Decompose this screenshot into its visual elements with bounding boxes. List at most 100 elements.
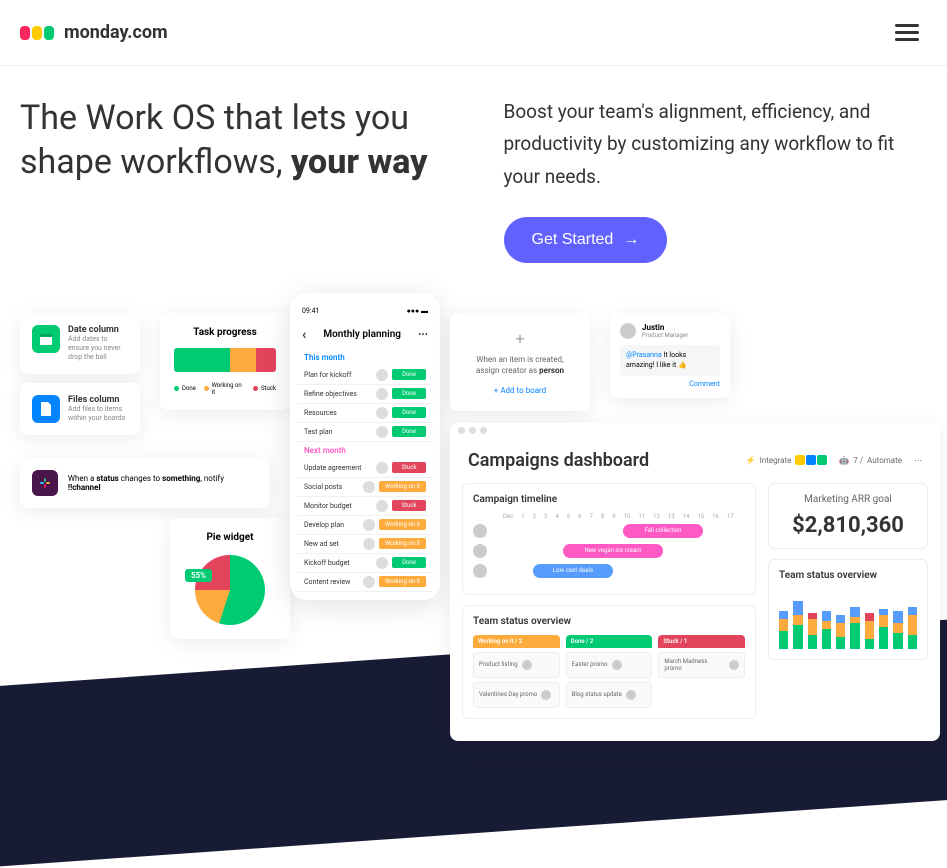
- status2-title: Team status overview: [779, 570, 917, 581]
- status-chart-panel: Team status overview: [768, 559, 928, 660]
- automation-card: + When an item is created, assign creato…: [450, 313, 590, 411]
- phone-task-row[interactable]: Test planDone: [298, 423, 432, 442]
- phone-task-row[interactable]: New ad setWorking on it: [298, 535, 432, 554]
- legend-item: Working on it: [204, 382, 245, 396]
- status-item[interactable]: Blog status update: [566, 682, 653, 708]
- phone-task-row[interactable]: Refine objectivesDone: [298, 385, 432, 404]
- more-icon[interactable]: ⋯: [418, 329, 428, 340]
- add-to-board-link[interactable]: + Add to board: [466, 386, 574, 395]
- get-started-button[interactable]: Get Started →: [504, 217, 668, 263]
- avatar: [612, 660, 622, 670]
- mobile-preview-card: 09:41 ●●● ▬ ‹ Monthly planning ⋯ This mo…: [290, 293, 440, 600]
- avatar: [363, 519, 375, 531]
- phone-status-icons: ●●● ▬: [407, 307, 428, 315]
- avatar: [473, 564, 487, 578]
- hero-description: Boost your team's alignment, efficiency,…: [504, 96, 928, 193]
- status1-title: Team status overview: [473, 616, 745, 627]
- progress-bar: [174, 348, 276, 372]
- timeline-panel: Campaign timeline Dec1234567891011121314…: [462, 483, 756, 595]
- avatar: [376, 557, 388, 569]
- phone-time: 09:41: [302, 307, 319, 315]
- status-item[interactable]: Easter promo: [566, 652, 653, 678]
- avatar: [376, 462, 388, 474]
- plus-icon[interactable]: +: [466, 329, 574, 348]
- status-column: Done / 2Easter promoBlog status update: [566, 635, 653, 708]
- phone-task-row[interactable]: Monitor budgetStuck: [298, 497, 432, 516]
- menu-icon[interactable]: [887, 16, 927, 49]
- files-column-card: Files column Add files to items within y…: [20, 383, 140, 435]
- site-header: monday.com: [0, 0, 947, 66]
- avatar: [376, 369, 388, 381]
- status-item[interactable]: March Madness promo: [658, 652, 745, 678]
- phone-section-1: This month: [298, 349, 432, 366]
- avatar: [376, 426, 388, 438]
- avatar: [473, 524, 487, 538]
- arr-value: $2,810,360: [779, 513, 917, 538]
- bar-stack: [865, 613, 874, 649]
- avatar: [541, 690, 551, 700]
- date-card-title: Date column: [68, 325, 128, 335]
- avatar: [376, 407, 388, 419]
- status-column: Working on it / 2Product listingValentin…: [473, 635, 560, 708]
- pie-title: Pie widget: [184, 532, 276, 543]
- bar-stack: [879, 609, 888, 649]
- phone-task-row[interactable]: Social postsWorking on it: [298, 478, 432, 497]
- avatar: [620, 323, 636, 339]
- slack-text: When a status changes to something, noti…: [68, 474, 258, 492]
- phone-task-row[interactable]: Content reviewWorking on it: [298, 573, 432, 592]
- avatar: [522, 660, 532, 670]
- date-card-sub: Add dates to ensure you never drop the b…: [68, 335, 128, 362]
- files-card-sub: Add files to items within your boards: [68, 405, 128, 423]
- phone-task-row[interactable]: Kickoff budgetDone: [298, 554, 432, 573]
- avatar: [626, 690, 636, 700]
- more-icon[interactable]: ⋯: [914, 456, 922, 465]
- comment-body: @Prasanna It looks amazing! I like it 👍: [620, 345, 720, 377]
- bar-stack: [779, 611, 788, 649]
- status-column: Stuck / 1March Madness promo: [658, 635, 745, 708]
- progress-title: Task progress: [174, 327, 276, 338]
- legend-item: Stuck: [253, 382, 276, 396]
- avatar: [363, 576, 375, 588]
- showcase: Date column Add dates to ensure you neve…: [0, 293, 947, 743]
- logo-icon: [20, 26, 54, 40]
- window-controls-icon: [458, 427, 932, 434]
- comment-user-name: Justin: [642, 323, 688, 332]
- bar-stack: [893, 611, 902, 649]
- timeline-row: Low cost deals: [473, 564, 745, 578]
- status-item[interactable]: Product listing: [473, 652, 560, 678]
- phone-section-2: Next month: [298, 442, 432, 459]
- hero-title-bold: your way: [291, 142, 428, 182]
- integrate-link[interactable]: ⚡ Integrate: [746, 455, 828, 465]
- phone-task-row[interactable]: ResourcesDone: [298, 404, 432, 423]
- plug-icon: ⚡: [746, 456, 756, 465]
- back-icon[interactable]: ‹: [302, 327, 306, 343]
- arrow-right-icon: →: [623, 231, 639, 249]
- phone-title: Monthly planning: [312, 329, 412, 340]
- file-icon: [32, 395, 60, 423]
- automation-text: When an item is created, assign creator …: [466, 354, 574, 376]
- bar-stack: [793, 601, 802, 649]
- avatar: [376, 388, 388, 400]
- avatar: [729, 660, 739, 670]
- bar-stack: [908, 607, 917, 649]
- files-card-title: Files column: [68, 395, 128, 405]
- phone-task-row[interactable]: Update agreementStuck: [298, 459, 432, 478]
- status-item[interactable]: Valentines Day promo: [473, 682, 560, 708]
- automate-link[interactable]: 🤖 7 / Automate: [839, 456, 902, 465]
- avatar: [363, 481, 375, 493]
- bar-stack: [836, 615, 845, 649]
- comment-link[interactable]: Comment: [620, 380, 720, 388]
- avatar: [376, 500, 388, 512]
- bar-stack: [822, 611, 831, 649]
- logo[interactable]: monday.com: [20, 22, 168, 43]
- arr-title: Marketing ARR goal: [779, 494, 917, 505]
- comment-user-role: Product Manager: [642, 332, 688, 339]
- timeline-title: Campaign timeline: [473, 494, 745, 505]
- phone-task-row[interactable]: Plan for kickoffDone: [298, 366, 432, 385]
- stacked-bar-chart: [779, 589, 917, 649]
- phone-task-row[interactable]: Develop planWorking on it: [298, 516, 432, 535]
- bar-stack: [850, 607, 859, 649]
- calendar-icon: [32, 325, 60, 353]
- progress-legend: DoneWorking on itStuck: [174, 382, 276, 396]
- pie-label: 55%: [185, 569, 212, 582]
